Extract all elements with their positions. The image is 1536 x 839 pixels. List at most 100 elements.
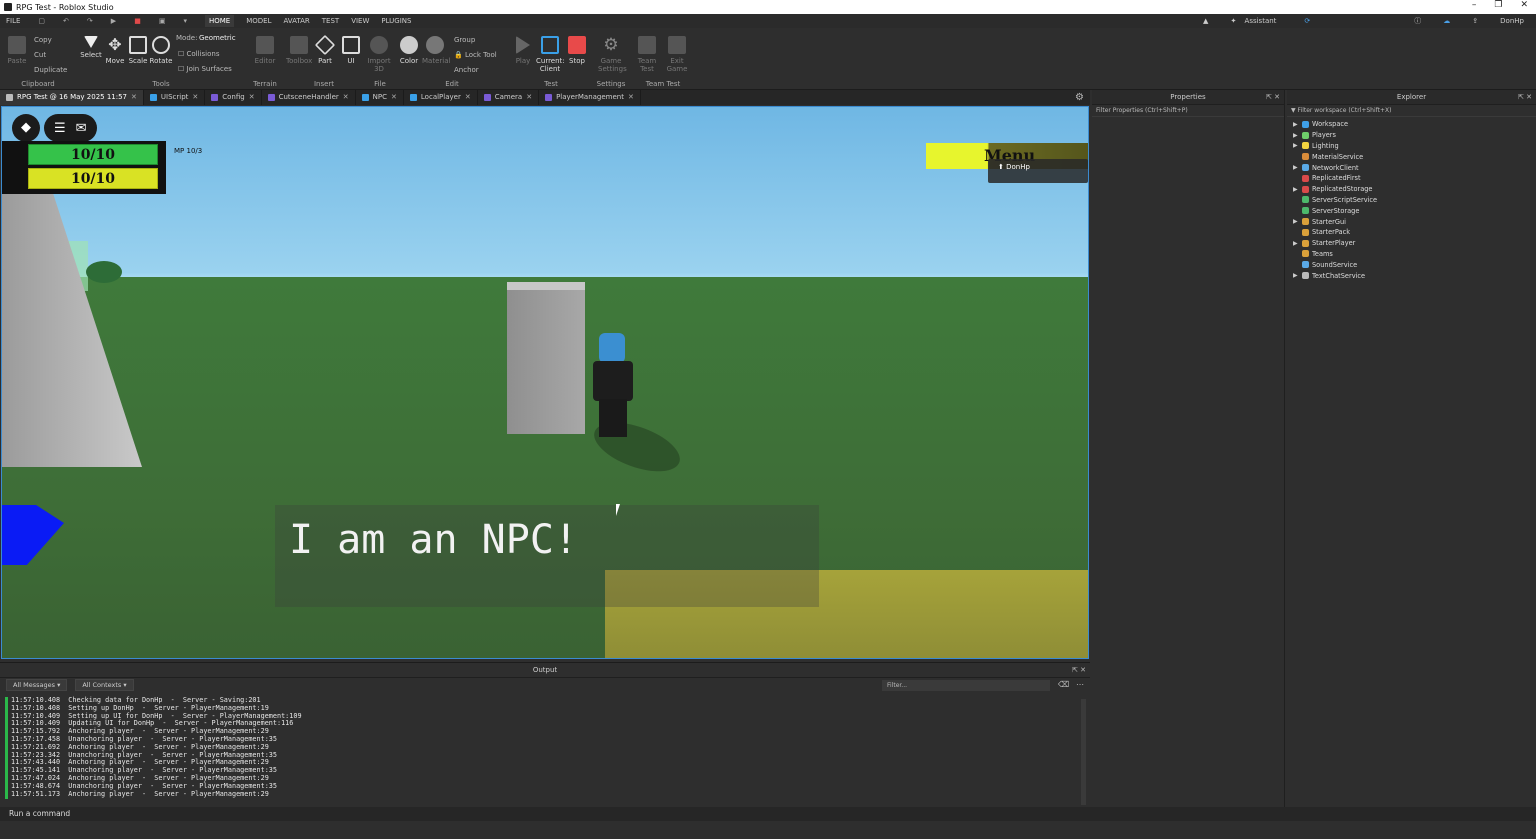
viewport-settings-gear-icon[interactable]: ⚙	[1075, 92, 1084, 103]
menu-tab-home[interactable]: HOME	[204, 15, 235, 27]
close-tab-icon[interactable]: ✕	[131, 90, 137, 105]
properties-panel-controls[interactable]: ⇱ ✕	[1266, 90, 1280, 105]
explorer-item-workspace[interactable]: ▶ Workspace	[1293, 119, 1536, 130]
expand-arrow-icon[interactable]: ▶	[1293, 218, 1299, 225]
anchor-button[interactable]: Anchor	[454, 66, 479, 74]
lock-tool-button[interactable]: 🔒 Lock Tool	[454, 51, 497, 59]
tab-playermanagement[interactable]: PlayerManagement ✕	[539, 90, 641, 105]
output-panel-controls[interactable]: ⇱ ✕	[1072, 663, 1086, 678]
explorer-item-serverstorage[interactable]: ServerStorage	[1293, 205, 1536, 216]
explorer-item-starterplayer[interactable]: ▶ StarterPlayer	[1293, 238, 1536, 249]
cloud-icon[interactable]: ☁	[1443, 17, 1450, 25]
assistant-button[interactable]: ✦ Assistant	[1230, 17, 1282, 25]
output-scrollbar[interactable]	[1081, 699, 1086, 805]
tab-config[interactable]: Config ✕	[205, 90, 262, 105]
rotate-button[interactable]: Rotate	[148, 36, 174, 65]
help-icon[interactable]: ⓘ	[1414, 16, 1421, 26]
cut-button[interactable]: Cut	[34, 51, 46, 59]
explorer-item-soundservice[interactable]: SoundService	[1293, 259, 1536, 270]
stop-button[interactable]: Stop	[564, 36, 590, 65]
toolbox-button[interactable]: Toolbox	[286, 36, 312, 65]
more-options-icon[interactable]: ⋯	[1076, 680, 1084, 689]
team-test-button[interactable]: Team Test	[634, 36, 660, 73]
menu-tab-plugins[interactable]: PLUGINS	[381, 17, 411, 25]
tab-rpg-test[interactable]: RPG Test @ 16 May 2025 11:57 ✕	[0, 90, 144, 105]
minimize-button[interactable]: –	[1472, 0, 1477, 10]
explorer-item-teams[interactable]: Teams	[1293, 249, 1536, 260]
expand-arrow-icon[interactable]: ▶	[1293, 186, 1299, 193]
restore-button[interactable]: ❐	[1494, 0, 1502, 10]
undo-icon[interactable]: ↶	[63, 17, 69, 25]
menu-tab-avatar[interactable]: AVATAR	[283, 17, 309, 25]
color-button[interactable]: Color	[396, 36, 422, 65]
tab-localplayer[interactable]: LocalPlayer ✕	[404, 90, 478, 105]
collapse-ribbon-icon[interactable]: ▲	[1203, 17, 1208, 25]
ui-button[interactable]: UI	[338, 36, 364, 65]
close-tab-icon[interactable]: ✕	[465, 90, 471, 105]
group-button[interactable]: Group	[454, 36, 475, 44]
close-tab-icon[interactable]: ✕	[526, 90, 532, 105]
properties-filter-input[interactable]: Filter Properties (Ctrl+Shift+P)	[1092, 105, 1284, 117]
explorer-item-starterpack[interactable]: StarterPack	[1293, 227, 1536, 238]
sync-icon[interactable]: ⟳	[1304, 17, 1310, 25]
close-tab-icon[interactable]: ✕	[391, 90, 397, 105]
tab-uiscript[interactable]: UIScript ✕	[144, 90, 206, 105]
menu-tab-model[interactable]: MODEL	[246, 17, 271, 25]
select-button[interactable]: Select	[78, 36, 104, 59]
explorer-item-serverscriptservice[interactable]: ServerScriptService	[1293, 195, 1536, 206]
join-surfaces-checkbox[interactable]: ☐ Join Surfaces	[178, 65, 232, 73]
chat-icon[interactable]: ✉	[76, 121, 87, 136]
share-icon[interactable]: ⇪	[1472, 17, 1478, 25]
explorer-item-replicatedstorage[interactable]: ▶ ReplicatedStorage	[1293, 184, 1536, 195]
explorer-item-replicatedfirst[interactable]: ReplicatedFirst	[1293, 173, 1536, 184]
tab-cutscenehandler[interactable]: CutsceneHandler ✕	[262, 90, 356, 105]
terrain-editor-button[interactable]: Editor	[252, 36, 278, 65]
part-button[interactable]: Part	[312, 34, 338, 65]
play-icon[interactable]: ▶	[111, 17, 116, 25]
all-contexts-select[interactable]: All Contexts ▾	[75, 679, 134, 691]
paste-button[interactable]: Paste	[4, 36, 30, 65]
expand-arrow-icon[interactable]: ▶	[1293, 164, 1299, 171]
close-tab-icon[interactable]: ✕	[249, 90, 255, 105]
close-tab-icon[interactable]: ✕	[343, 90, 349, 105]
expand-arrow-icon[interactable]: ▶	[1293, 121, 1299, 128]
explorer-item-textchatservice[interactable]: ▶ TextChatService	[1293, 270, 1536, 281]
explorer-filter-input[interactable]: ▼ Filter workspace (Ctrl+Shift+X)	[1287, 105, 1536, 117]
explorer-item-lighting[interactable]: ▶ Lighting	[1293, 141, 1536, 152]
collisions-checkbox[interactable]: ☐ Collisions	[178, 50, 219, 58]
roblox-menu-button[interactable]: ◆	[12, 114, 40, 142]
play-button[interactable]: Play	[510, 36, 536, 65]
import-3d-button[interactable]: Import 3D	[366, 36, 392, 73]
menu-tab-view[interactable]: VIEW	[351, 17, 369, 25]
explorer-panel-controls[interactable]: ⇱ ✕	[1518, 90, 1532, 105]
explorer-item-materialservice[interactable]: MaterialService	[1293, 151, 1536, 162]
command-bar[interactable]: Run a command	[0, 807, 1536, 821]
current-client-button[interactable]: Current: Client	[536, 36, 565, 73]
all-messages-select[interactable]: All Messages ▾	[6, 679, 68, 691]
close-window-button[interactable]: ✕	[1520, 0, 1528, 10]
tab-npc[interactable]: NPC ✕	[356, 90, 404, 105]
clear-output-icon[interactable]: ⌫	[1058, 680, 1069, 689]
explorer-item-startergui[interactable]: ▶ StarterGui	[1293, 216, 1536, 227]
exit-game-button[interactable]: Exit Game	[664, 36, 690, 73]
redo-icon[interactable]: ↷	[87, 17, 93, 25]
menu-tab-test[interactable]: TEST	[322, 17, 339, 25]
stop-icon[interactable]: ■	[134, 17, 141, 25]
explorer-item-networkclient[interactable]: ▶ NetworkClient	[1293, 162, 1536, 173]
tab-camera[interactable]: Camera ✕	[478, 90, 540, 105]
expand-arrow-icon[interactable]: ▶	[1293, 272, 1299, 279]
expand-arrow-icon[interactable]: ▶	[1293, 142, 1299, 149]
material-button[interactable]: Material	[422, 36, 450, 65]
expand-arrow-icon[interactable]: ▶	[1293, 240, 1299, 247]
explorer-item-players[interactable]: ▶ Players	[1293, 130, 1536, 141]
output-filter-input[interactable]: Filter...	[882, 680, 1050, 691]
close-tab-icon[interactable]: ✕	[628, 90, 634, 105]
dropdown-icon[interactable]: ▾	[183, 17, 187, 25]
screenshot-icon[interactable]: ▣	[159, 17, 166, 25]
mode-select[interactable]: Geometric	[199, 34, 236, 42]
game-viewport[interactable]: ◆ ☰ ✉ 10/10 10/10 MP 10/3 Menu ⬆ DonHp I…	[1, 106, 1089, 659]
file-menu[interactable]: FILE	[6, 17, 20, 25]
new-file-icon[interactable]: ▢	[38, 17, 45, 25]
close-tab-icon[interactable]: ✕	[192, 90, 198, 105]
expand-arrow-icon[interactable]: ▶	[1293, 132, 1299, 139]
